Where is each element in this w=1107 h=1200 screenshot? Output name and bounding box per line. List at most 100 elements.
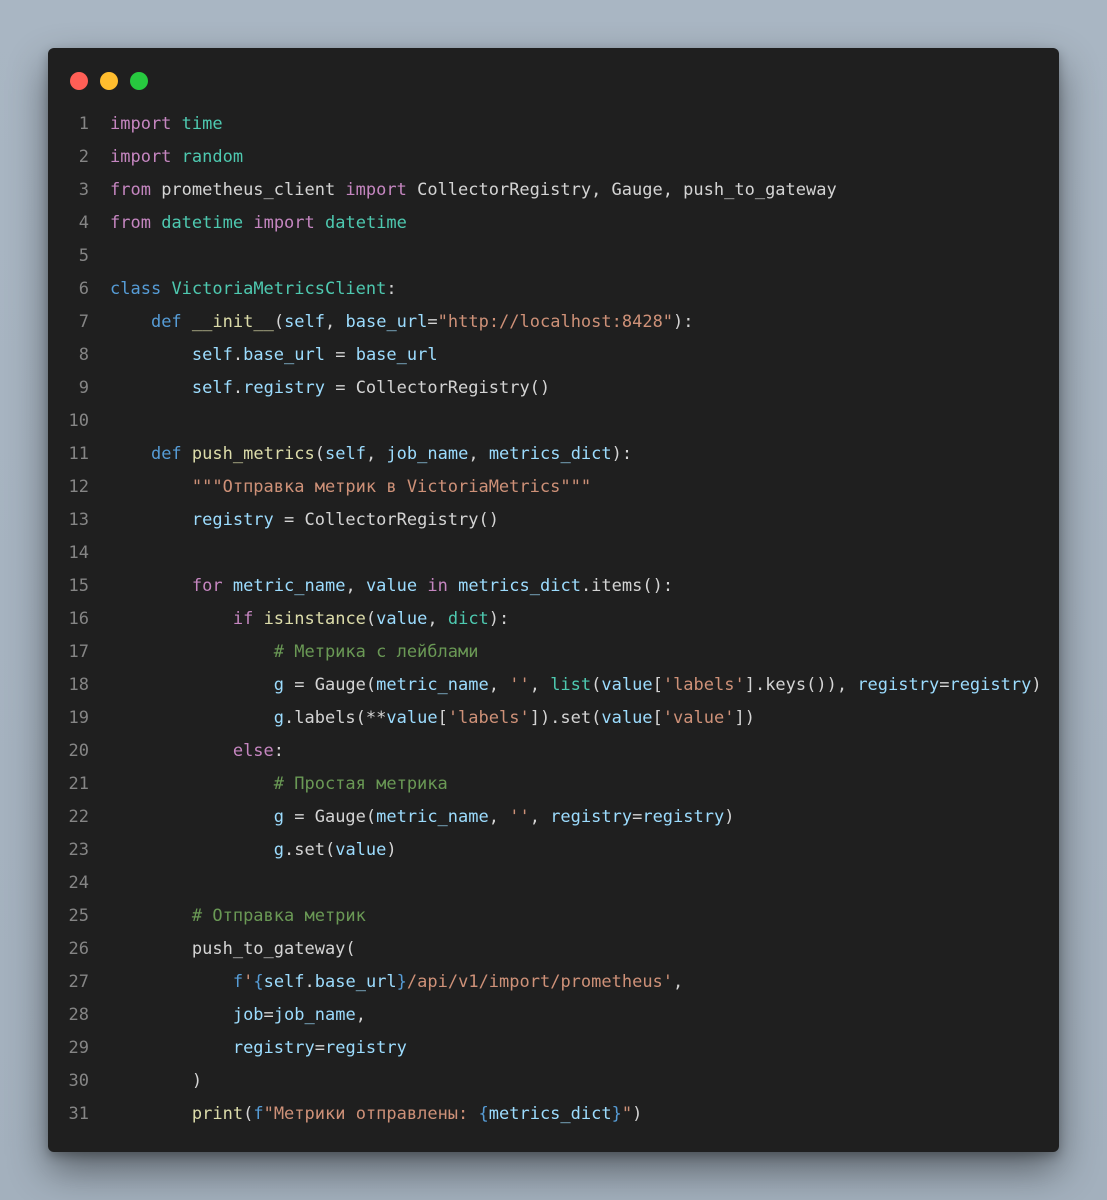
code-token: [ xyxy=(652,675,663,695)
code-token: , xyxy=(365,444,387,464)
line-number: 4 xyxy=(78,213,89,233)
code-token: registry xyxy=(243,378,325,398)
code-line: 29 registry=registry xyxy=(48,1032,1059,1065)
code-token: } xyxy=(611,1104,622,1124)
code-token: . xyxy=(232,378,244,398)
code-token: , xyxy=(468,444,489,464)
code-token: ) xyxy=(632,1104,643,1124)
code-token: value xyxy=(376,609,428,629)
code-token: # Метрика с лейблами xyxy=(273,642,479,662)
code-token: def xyxy=(150,444,182,464)
code-text: g = Gauge(metric_name, '', list(value['l… xyxy=(110,669,1042,702)
line-number: 30 xyxy=(68,1071,89,1091)
code-line: 5 xyxy=(48,240,1059,273)
code-token: . xyxy=(232,345,244,365)
code-line: 22 g = Gauge(metric_name, '', registry=r… xyxy=(48,801,1059,834)
code-line: 28 job=job_name, xyxy=(48,999,1059,1032)
code-token: prometheus_client xyxy=(150,180,346,200)
code-window: 1 import time 2 import random 3 from promethe… xyxy=(48,48,1059,1152)
code-line: 9 self.registry = CollectorRegistry() xyxy=(48,372,1059,405)
code-text: from datetime import datetime xyxy=(110,207,407,240)
code-token: .labels(** xyxy=(284,708,387,728)
close-window-icon[interactable] xyxy=(70,72,88,90)
code-line: 14 xyxy=(48,537,1059,570)
code-token: , xyxy=(529,675,551,695)
code-token: , xyxy=(488,675,510,695)
code-line: 30 ) xyxy=(48,1065,1059,1098)
code-token: ) xyxy=(386,840,397,860)
code-token: value xyxy=(601,675,653,695)
code-text: def __init__(self, base_url="http://loca… xyxy=(110,306,694,339)
code-token: metrics_dict xyxy=(458,576,581,596)
code-line: 15 for metric_name, value in metrics_dic… xyxy=(48,570,1059,603)
code-token: ): xyxy=(611,444,633,464)
code-token: base_url xyxy=(314,972,397,992)
code-text: push_to_gateway( xyxy=(110,933,356,966)
code-token: job_name xyxy=(273,1005,356,1025)
line-number: 1 xyxy=(78,114,89,134)
code-token: "http://localhost:8428" xyxy=(437,312,674,332)
code-token: import xyxy=(110,114,172,134)
line-number: 23 xyxy=(68,840,89,860)
code-token: [ xyxy=(437,708,448,728)
code-text: self.base_url = base_url xyxy=(110,339,438,372)
code-line: 10 xyxy=(48,405,1059,438)
code-token: g xyxy=(273,840,285,860)
code-text: g = Gauge(metric_name, '', registry=regi… xyxy=(110,801,735,834)
line-number: 24 xyxy=(68,873,89,893)
code-token: ( xyxy=(314,444,325,464)
code-line: 12 """Отправка метрик в VictoriaMetrics"… xyxy=(48,471,1059,504)
line-number: 10 xyxy=(68,411,89,431)
code-token: " xyxy=(621,1104,633,1124)
code-line: 11 def push_metrics(self, job_name, metr… xyxy=(48,438,1059,471)
code-token: self xyxy=(284,312,326,332)
code-token: = xyxy=(263,1005,274,1025)
code-token: ) xyxy=(1031,675,1042,695)
code-token: registry xyxy=(857,675,940,695)
code-editor[interactable]: 1 import time 2 import random 3 from promethe… xyxy=(48,108,1059,1131)
code-token: ]).set( xyxy=(529,708,602,728)
code-token: , xyxy=(355,1005,366,1025)
code-line: 17 # Метрика с лейблами xyxy=(48,636,1059,669)
code-token: registry xyxy=(550,807,633,827)
code-token: # Простая метрика xyxy=(273,774,448,794)
code-token: class xyxy=(110,279,162,299)
line-number: 21 xyxy=(68,774,89,794)
code-token: metric_name xyxy=(376,807,489,827)
code-line: 21 # Простая метрика xyxy=(48,768,1059,801)
code-line: 6 class VictoriaMetricsClient: xyxy=(48,273,1059,306)
code-token: ]) xyxy=(734,708,755,728)
code-token: { xyxy=(478,1104,489,1124)
code-token: else xyxy=(232,741,274,761)
code-token: ( xyxy=(243,1104,254,1124)
line-number: 12 xyxy=(68,477,89,497)
code-token: __init__ xyxy=(191,312,274,332)
code-token: print xyxy=(191,1104,244,1124)
maximize-window-icon[interactable] xyxy=(130,72,148,90)
line-number: 25 xyxy=(68,906,89,926)
line-number: 3 xyxy=(78,180,89,200)
code-token: ) xyxy=(110,1071,203,1091)
window-titlebar xyxy=(48,48,1059,114)
line-number: 14 xyxy=(68,543,89,563)
minimize-window-icon[interactable] xyxy=(100,72,118,90)
code-line: 24 xyxy=(48,867,1059,900)
code-token: = xyxy=(314,1038,325,1058)
code-token: = Gauge( xyxy=(284,675,377,695)
code-token: base_url xyxy=(345,312,428,332)
code-token: metric_name xyxy=(376,675,489,695)
code-token: base_url xyxy=(243,345,325,365)
code-token: self xyxy=(325,444,366,464)
code-token: in xyxy=(427,576,448,596)
